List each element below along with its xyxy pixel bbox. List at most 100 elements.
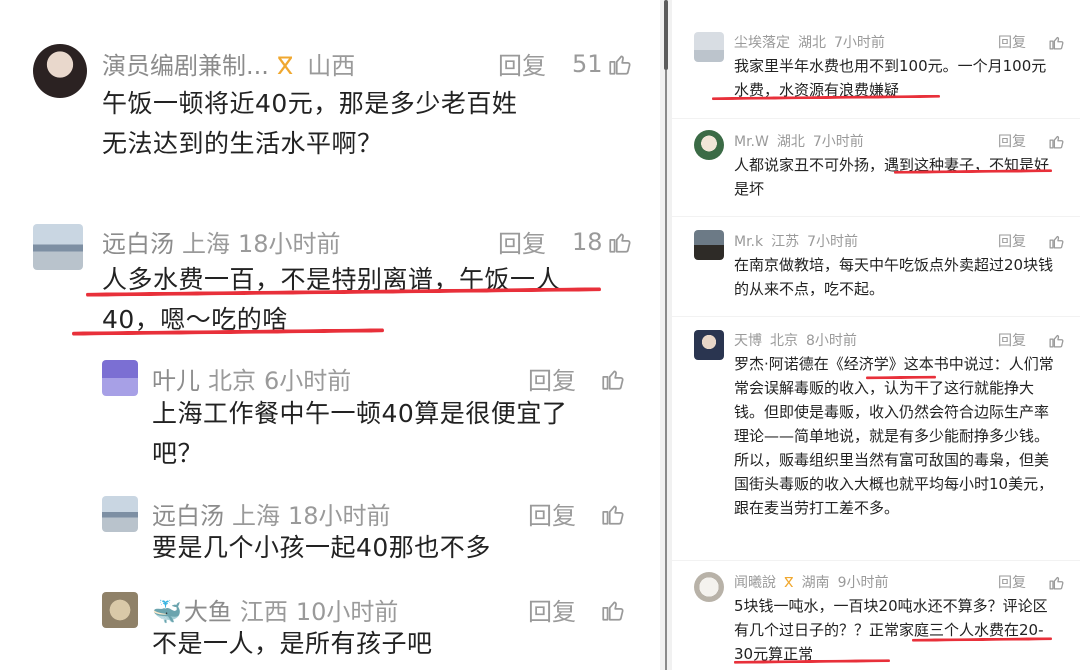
- comment-actions: 回复: [998, 32, 1065, 52]
- comment-actions: 回复: [998, 572, 1065, 592]
- reply-button[interactable]: 回复: [998, 330, 1026, 350]
- reply-button[interactable]: 回复: [528, 592, 576, 627]
- reply-button[interactable]: 回复: [498, 224, 546, 259]
- comment-meta: Mr.W 湖北 7小时前: [734, 131, 872, 151]
- avatar[interactable]: [102, 592, 138, 628]
- comment-meta: 叶儿 北京 6小时前: [152, 361, 359, 396]
- timestamp: 8小时前: [806, 333, 857, 349]
- reply-button[interactable]: 回复: [998, 32, 1026, 52]
- comment-actions: 回复: [528, 496, 626, 531]
- avatar[interactable]: [694, 572, 724, 602]
- scrollbar-thumb[interactable]: [664, 0, 668, 70]
- comment-meta: 远白汤 上海 18小时前: [102, 224, 349, 259]
- divider-line: [665, 70, 667, 670]
- comment-actions: 回复: [998, 330, 1065, 350]
- separator: [672, 560, 1080, 561]
- comment-meta: 尘埃落定 湖北 7小时前: [734, 32, 893, 52]
- location: 湖南: [801, 575, 830, 591]
- thumbs-up-icon[interactable]: [600, 366, 626, 392]
- timestamp: 10小时前: [295, 598, 399, 626]
- username[interactable]: 远白汤: [102, 230, 174, 258]
- location: 北京: [208, 367, 256, 395]
- location: 湖北: [776, 134, 805, 150]
- location: 山西: [307, 52, 356, 80]
- timestamp: 7小时前: [812, 134, 864, 150]
- timestamp: 6小时前: [264, 367, 352, 395]
- reply-button[interactable]: 回复: [998, 231, 1026, 251]
- reply-button[interactable]: 回复: [498, 46, 546, 81]
- comment-actions: 回复 51: [498, 46, 633, 81]
- comment-actions: 回复: [528, 592, 626, 627]
- avatar[interactable]: [694, 330, 724, 360]
- whale-icon: 🐳: [152, 598, 182, 626]
- thumbs-up-icon[interactable]: [600, 597, 626, 623]
- timestamp: 7小时前: [834, 35, 885, 51]
- thumbs-up-icon[interactable]: [1048, 574, 1065, 591]
- location: 江西: [239, 598, 288, 626]
- username[interactable]: Mr.W: [734, 134, 769, 150]
- location: 上海: [232, 502, 280, 530]
- comment-text: 人都说家丑不可外扬，遇到这种妻子，不知是好是坏: [734, 156, 1050, 198]
- comment-text: 在南京做教培，每天中午吃饭点外卖超过20块钱的从来不点，吃不起。: [734, 256, 1054, 298]
- timestamp: 9小时前: [837, 575, 889, 591]
- separator: [672, 118, 1080, 119]
- avatar[interactable]: [102, 360, 138, 396]
- username[interactable]: 尘埃落定: [734, 35, 790, 51]
- username[interactable]: Mr.k: [734, 234, 763, 250]
- username[interactable]: 天博: [734, 333, 762, 349]
- thumbs-up-icon[interactable]: [1048, 133, 1065, 150]
- username[interactable]: 大鱼: [184, 598, 232, 626]
- comment-text: 要是几个小孩一起40那也不多: [152, 533, 491, 562]
- comment-text: 午饭一顿将近40元，那是多少老百姓无法达到的生活水平啊？: [102, 89, 518, 158]
- username[interactable]: 叶儿: [152, 367, 200, 395]
- like-count: 18: [572, 227, 603, 256]
- thumbs-up-icon[interactable]: [607, 229, 633, 255]
- avatar[interactable]: [102, 496, 138, 532]
- comment-text: 5块钱一吨水，一百块20吨水还不算多？评论区有几个过日子的？？正常家庭三个人水费…: [734, 597, 1048, 663]
- location: 江苏: [771, 234, 800, 250]
- comment-meta: 远白汤 上海 18小时前: [152, 496, 399, 531]
- comment-actions: 回复 18: [498, 224, 633, 259]
- reply-button[interactable]: 回复: [528, 361, 576, 396]
- comment-meta: Mr.k 江苏 7小时前: [734, 231, 866, 251]
- left-comment-panel: 演员编剧兼制... ⴳ 山西 回复 51 午饭一顿将近40元，那是多少老百姓无法达到…: [0, 0, 660, 670]
- username[interactable]: 闻曦說: [734, 575, 776, 591]
- separator: [672, 316, 1080, 317]
- avatar[interactable]: [33, 224, 83, 270]
- location: 北京: [770, 333, 798, 349]
- avatar[interactable]: [33, 44, 87, 98]
- comment-actions: 回复: [998, 131, 1065, 151]
- reply-button[interactable]: 回复: [998, 131, 1026, 151]
- panel-divider: [660, 0, 672, 670]
- avatar[interactable]: [694, 230, 724, 260]
- username[interactable]: 演员编剧兼制...: [102, 52, 269, 80]
- comment-actions: 回复: [998, 231, 1065, 251]
- thumbs-up-icon[interactable]: [1048, 332, 1065, 349]
- comment-actions: 回复: [528, 361, 626, 396]
- thumbs-up-icon[interactable]: [607, 51, 633, 77]
- location: 湖北: [798, 35, 826, 51]
- timestamp: 18小时前: [238, 230, 341, 258]
- verified-badge-icon: ⴳ: [784, 575, 794, 591]
- thumbs-up-icon[interactable]: [1048, 34, 1065, 51]
- comment-meta: 演员编剧兼制... ⴳ 山西: [102, 46, 363, 81]
- thumbs-up-icon[interactable]: [600, 501, 626, 527]
- reply-button[interactable]: 回复: [528, 496, 576, 531]
- avatar[interactable]: [694, 32, 724, 62]
- reply-button[interactable]: 回复: [998, 572, 1026, 592]
- comment-text: 上海工作餐中午一顿40算是很便宜了吧？: [152, 399, 568, 468]
- comment-text: 不是一人，是所有孩子吧: [152, 629, 433, 658]
- timestamp: 7小时前: [807, 234, 859, 250]
- comment-meta: 闻曦說 ⴳ 湖南 9小时前: [734, 572, 896, 592]
- like-count: 51: [572, 49, 603, 78]
- thumbs-up-icon[interactable]: [1048, 233, 1065, 250]
- location: 上海: [182, 230, 230, 258]
- username[interactable]: 远白汤: [152, 502, 224, 530]
- separator: [672, 216, 1080, 217]
- timestamp: 18小时前: [288, 502, 391, 530]
- comment-meta: 天博 北京 8小时前: [734, 330, 865, 350]
- comment-meta: 🐳大鱼 江西 10小时前: [152, 592, 406, 627]
- right-comment-panel: 尘埃落定 湖北 7小时前 回复 我家里半年水费也用不到100元。一个月100元水费，…: [672, 0, 1080, 670]
- avatar[interactable]: [694, 130, 724, 160]
- verified-badge-icon: ⴳ: [276, 52, 294, 80]
